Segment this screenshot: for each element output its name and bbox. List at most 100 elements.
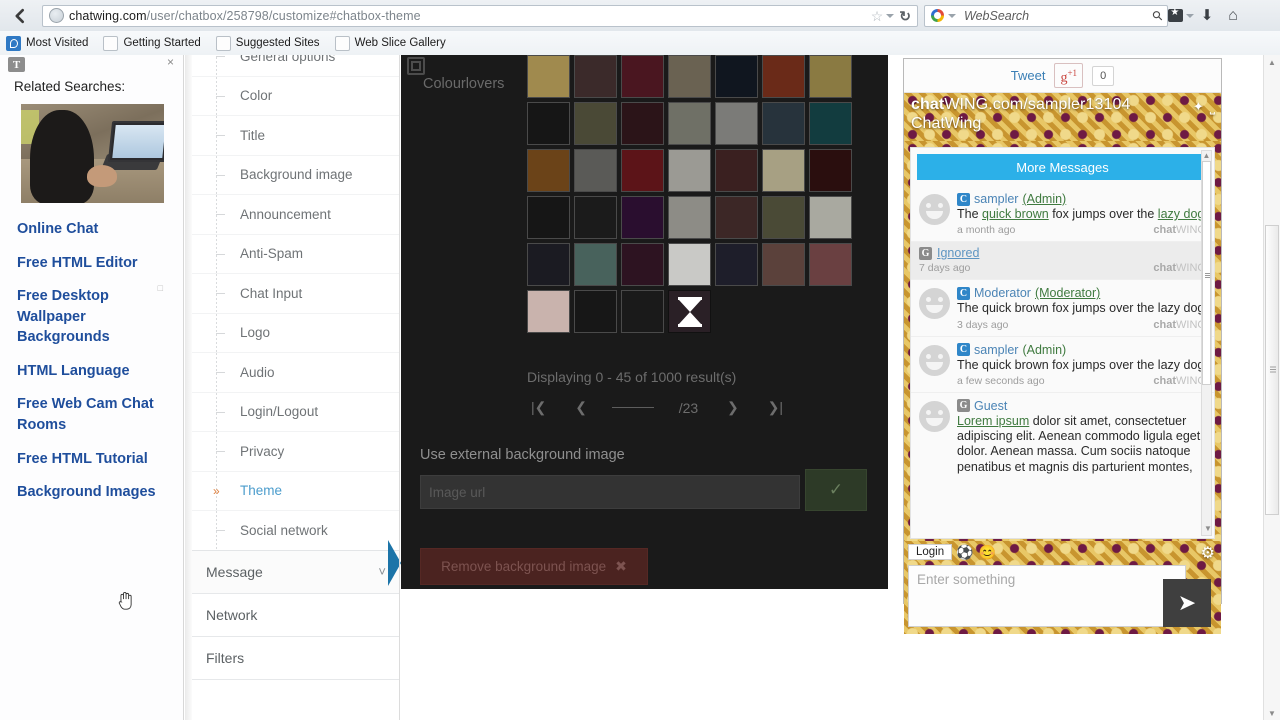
sidebar-group-network[interactable]: Network bbox=[192, 593, 400, 637]
pagination-page-input[interactable] bbox=[611, 407, 654, 408]
texture-thumbnail[interactable] bbox=[621, 55, 664, 98]
message-author[interactable]: Guest bbox=[974, 399, 1007, 413]
sidebar-item-anti-spam[interactable]: Anti-Spam bbox=[192, 234, 400, 274]
sidebar-item-audio[interactable]: Audio bbox=[192, 353, 400, 393]
texture-thumbnail[interactable] bbox=[715, 196, 758, 239]
bookmark-item-suggested-sites[interactable]: Suggested Sites bbox=[210, 35, 329, 51]
message-author[interactable]: sampler bbox=[974, 343, 1018, 357]
address-bar[interactable]: chatwing.com/user/chatbox/258798/customi… bbox=[42, 4, 918, 27]
chevron-down-icon[interactable] bbox=[886, 13, 895, 18]
texture-thumbnail[interactable] bbox=[527, 149, 570, 192]
texture-thumbnail[interactable] bbox=[762, 55, 805, 98]
scroll-up-icon[interactable]: ▲ bbox=[1264, 55, 1280, 69]
related-link[interactable]: Free HTML Tutorial bbox=[17, 449, 173, 470]
sidebar-item-login-logout[interactable]: Login/Logout bbox=[192, 392, 400, 432]
pagination-next-button[interactable]: ❯ bbox=[723, 399, 743, 416]
texture-thumbnail[interactable] bbox=[621, 149, 664, 192]
texture-thumbnail[interactable] bbox=[574, 290, 617, 333]
downloads-button[interactable]: ⬇ bbox=[1194, 4, 1220, 28]
texture-thumbnail[interactable] bbox=[621, 290, 664, 333]
texture-thumbnail[interactable] bbox=[621, 196, 664, 239]
external-image-input[interactable]: Image url bbox=[420, 475, 800, 509]
sidebar-item-social-network[interactable]: Social network bbox=[192, 511, 400, 551]
texture-thumbnail[interactable] bbox=[762, 102, 805, 145]
reload-icon[interactable]: ↻ bbox=[899, 9, 911, 23]
sidebar-item-title[interactable]: Title bbox=[192, 116, 400, 156]
texture-thumbnail[interactable] bbox=[809, 243, 852, 286]
texture-thumbnail[interactable] bbox=[621, 243, 664, 286]
gear-icon[interactable]: ⚙ bbox=[1201, 543, 1215, 563]
back-button[interactable] bbox=[4, 3, 38, 29]
texture-thumbnail[interactable] bbox=[574, 55, 617, 98]
texture-thumbnail[interactable] bbox=[762, 149, 805, 192]
sidebar-item-announcement[interactable]: Announcement bbox=[192, 195, 400, 235]
home-button[interactable]: ⌂ bbox=[1220, 4, 1246, 28]
sidebar-group-message[interactable]: Message ˅ bbox=[192, 550, 400, 594]
texture-thumbnail[interactable] bbox=[527, 243, 570, 286]
texture-thumbnail[interactable] bbox=[809, 102, 852, 145]
pin-icon[interactable]: ✦ bbox=[1193, 99, 1204, 115]
remove-background-image-button[interactable]: Remove background image ✖ bbox=[420, 548, 648, 585]
bookmark-star-icon[interactable]: ☆ bbox=[871, 9, 884, 23]
pagination-first-button[interactable]: |❮ bbox=[527, 399, 550, 416]
texture-thumbnail[interactable] bbox=[574, 149, 617, 192]
texture-thumbnail[interactable] bbox=[621, 102, 664, 145]
search-engine-icon[interactable] bbox=[931, 9, 944, 22]
message-list[interactable]: More Messages C sampler (Admin) The quic… bbox=[910, 147, 1215, 539]
texture-thumbnail[interactable] bbox=[715, 55, 758, 98]
pagination-last-button[interactable]: ❯| bbox=[764, 399, 787, 416]
sidebar-item-logo[interactable]: Logo bbox=[192, 313, 400, 353]
texture-thumbnail[interactable] bbox=[668, 243, 711, 286]
texture-thumbnail[interactable] bbox=[809, 149, 852, 192]
message-link[interactable]: quick brown bbox=[982, 207, 1049, 221]
texture-thumbnail[interactable] bbox=[715, 149, 758, 192]
search-input[interactable]: WebSearch bbox=[964, 9, 1029, 23]
bookmark-item-getting-started[interactable]: Getting Started bbox=[97, 35, 209, 51]
texture-thumbnail[interactable] bbox=[574, 196, 617, 239]
sidebar-group-filters[interactable]: Filters bbox=[192, 636, 400, 680]
sidebar-item-privacy[interactable]: Privacy bbox=[192, 432, 400, 472]
more-messages-button[interactable]: More Messages bbox=[917, 154, 1208, 180]
bookmarks-menu-button[interactable] bbox=[1168, 4, 1194, 28]
message-link[interactable]: Lorem ipsum bbox=[957, 414, 1029, 428]
send-button[interactable]: ➤ bbox=[1163, 579, 1211, 627]
texture-thumbnail[interactable] bbox=[715, 243, 758, 286]
related-searches-image[interactable] bbox=[21, 104, 164, 203]
texture-thumbnail[interactable] bbox=[527, 55, 570, 98]
texture-thumbnail[interactable] bbox=[668, 55, 711, 98]
search-icon[interactable]: ⚲ bbox=[1149, 6, 1167, 24]
message-author[interactable]: sampler bbox=[974, 192, 1018, 206]
sidebar-item-general-options[interactable]: General options bbox=[192, 55, 400, 77]
smiley-icon[interactable]: 😊 bbox=[978, 544, 995, 561]
message-author[interactable]: Moderator bbox=[974, 286, 1031, 300]
search-engine-chevron-icon[interactable] bbox=[948, 13, 956, 18]
texture-thumbnail[interactable] bbox=[809, 196, 852, 239]
sidebar-item-background-image[interactable]: Background image bbox=[192, 155, 400, 195]
tweet-button[interactable]: Tweet bbox=[1011, 68, 1046, 83]
message-link[interactable]: lazy dog bbox=[1158, 207, 1205, 221]
pagination-prev-button[interactable]: ❮ bbox=[571, 399, 591, 416]
sidebar-group-partial[interactable] bbox=[192, 679, 400, 720]
texture-thumbnail[interactable] bbox=[527, 196, 570, 239]
message-author[interactable]: Ignored bbox=[937, 246, 979, 260]
texture-thumbnail[interactable] bbox=[809, 55, 852, 98]
page-scrollbar-thumb[interactable] bbox=[1265, 225, 1279, 515]
chat-scrollbar-thumb[interactable] bbox=[1202, 161, 1211, 385]
texture-thumbnail[interactable] bbox=[668, 149, 711, 192]
external-image-confirm-button[interactable]: ✓ bbox=[805, 469, 867, 511]
login-button[interactable]: Login bbox=[908, 544, 953, 560]
search-bar[interactable]: WebSearch ⚲ bbox=[924, 4, 1168, 27]
page-scrollbar[interactable]: ▲ ▼ bbox=[1263, 55, 1280, 720]
texture-thumbnail[interactable] bbox=[527, 102, 570, 145]
scroll-down-icon[interactable]: ▼ bbox=[1264, 706, 1280, 720]
related-link[interactable]: Online Chat bbox=[17, 219, 173, 240]
texture-thumbnail[interactable] bbox=[668, 196, 711, 239]
soccer-ball-icon[interactable]: ⚽ bbox=[956, 544, 973, 561]
sidebar-item-color[interactable]: Color bbox=[192, 76, 400, 116]
scroll-down-icon[interactable]: ▼ bbox=[1204, 524, 1212, 533]
texture-thumbnail[interactable] bbox=[574, 102, 617, 145]
sidebar-item-theme[interactable]: » Theme bbox=[192, 471, 400, 511]
texture-thumbnail[interactable] bbox=[668, 102, 711, 145]
close-icon[interactable]: × bbox=[167, 56, 174, 68]
sidebar-item-chat-input[interactable]: Chat Input bbox=[192, 274, 400, 314]
